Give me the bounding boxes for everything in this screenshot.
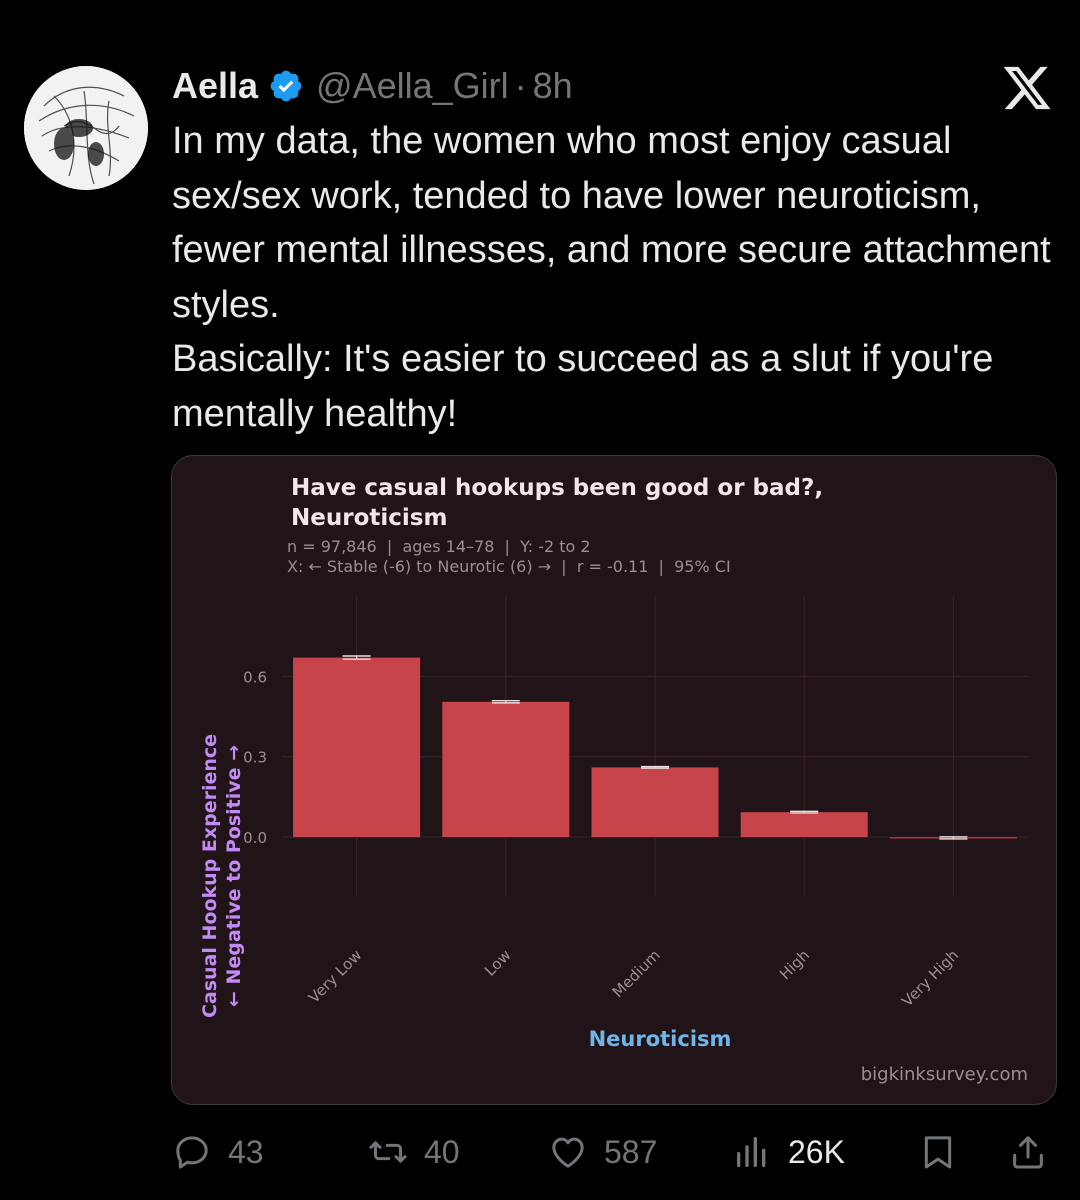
y-tick-label: 0.6 [243,668,267,686]
views-count: 26K [788,1133,845,1170]
bookmark-icon [924,1136,952,1169]
x-logo-icon [1003,66,1051,110]
chart-image-card[interactable]: Have casual hookups been good or bad?, N… [171,455,1057,1105]
heart-icon [552,1137,584,1168]
like-count: 587 [604,1133,658,1170]
x-tick-label: Low [481,946,515,980]
x-tick-label: High [776,946,813,983]
bar-low [442,701,570,838]
y-axis-label: Casual Hookup Experience [199,734,221,1018]
author-name[interactable]: Aella [172,64,258,108]
y-axis-label-group: Casual Hookup Experience ← Negative to P… [199,734,245,1018]
y-tick-labels: 0.6 0.3 0.0 [243,668,267,847]
bar-high [740,812,868,838]
x-tick-label: Very High [898,946,962,1010]
author-avatar[interactable] [24,66,148,190]
reply-button[interactable]: 43 [172,1124,264,1180]
bar-chart: Have casual hookups been good or bad?, N… [199,475,1028,1085]
reply-icon [176,1136,208,1169]
tweet-action-bar: 43 40 587 26K [0,1124,1080,1180]
like-button[interactable]: 587 [548,1124,657,1180]
tweet-text: In my data, the women who most enjoy cas… [172,114,1052,441]
views-button[interactable]: 26K [732,1124,845,1180]
y-tick-label: 0.0 [243,829,267,847]
bookmark-button[interactable] [918,1124,958,1180]
repost-button[interactable]: 40 [368,1124,460,1180]
verified-badge-icon [270,70,302,102]
avatar-sketch-icon [24,66,148,190]
bar-medium [591,767,719,838]
tweet-text-paragraph-1: In my data, the women who most enjoy cas… [172,120,1051,326]
share-icon [1013,1136,1043,1169]
tweet-text-paragraph-2: Basically: It's easier to succeed as a s… [172,338,994,435]
x-tick-label: Medium [609,946,664,1001]
x-tick-label: Very Low [305,946,366,1007]
y-axis-label-line2: ← Negative to Positive → [223,745,245,1007]
repost-count: 40 [424,1133,460,1170]
chart-title-line2: Neuroticism [291,505,447,531]
tweet-timestamp[interactable]: 8h [533,64,573,108]
chart-title: Have casual hookups been good or bad?, [291,475,823,501]
x-axis-label: Neuroticism [589,1027,732,1051]
bar-very-low [293,657,421,838]
y-tick-label: 0.3 [243,749,267,767]
x-tick-labels: Very Low Low Medium High Very High [305,946,962,1010]
chart-source-watermark: bigkinksurvey.com [861,1064,1028,1085]
tweet-header: Aella @Aella_Girl · 8h [172,64,573,108]
repost-icon [369,1141,407,1163]
views-analytics-icon [737,1137,766,1167]
reply-count: 43 [228,1133,264,1170]
chart-subtitle-line1: n = 97,846 | ages 14–78 | Y: -2 to 2 [287,537,591,556]
chart-subtitle-line2: X: ← Stable (-6) to Neurotic (6) → | r =… [287,557,731,576]
share-button[interactable] [1008,1124,1048,1180]
author-handle[interactable]: @Aella_Girl [316,64,509,108]
separator-dot: · [514,65,527,106]
